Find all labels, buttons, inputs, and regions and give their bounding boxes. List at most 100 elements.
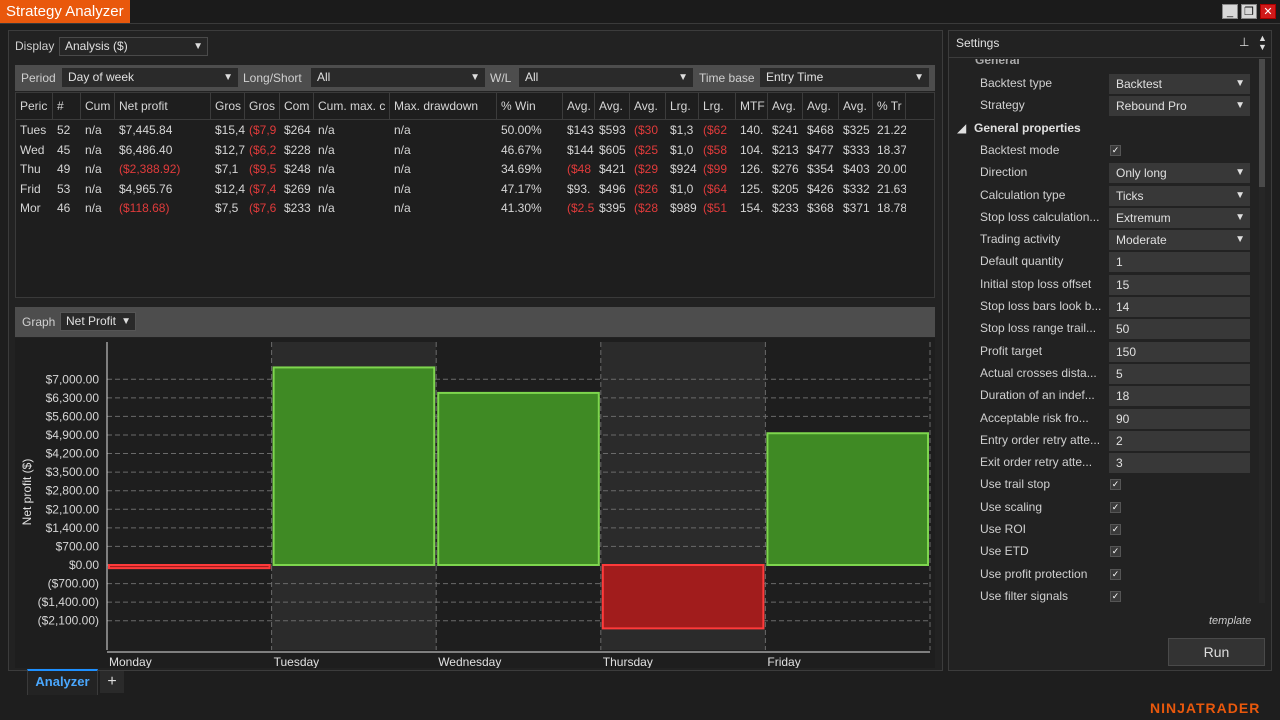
column-header[interactable]: Cum xyxy=(81,93,115,119)
filter-bar: Period Day of week ▼ Long/Short All ▼ W/L … xyxy=(15,65,935,91)
setting-input[interactable]: 50 xyxy=(1109,319,1250,340)
table-row[interactable]: Mor 46 n/a ($118.68) $7,5 ($7,6 $233 n/a n/a 41.3… xyxy=(16,199,934,218)
close-button[interactable]: ✕ xyxy=(1260,4,1276,19)
setting-dropdown[interactable]: Moderate ▼ xyxy=(1109,230,1250,251)
y-tick-label: $2,100.00 xyxy=(46,502,100,516)
period-dropdown[interactable]: Day of week ▼ xyxy=(62,68,238,87)
graph-dropdown[interactable]: Net Profit ▼ xyxy=(60,312,136,331)
column-header[interactable]: Cum. max. c xyxy=(314,93,390,119)
wl-dropdown[interactable]: All ▼ xyxy=(519,68,693,87)
setting-input[interactable]: 18 xyxy=(1109,386,1250,407)
setting-dropdown[interactable]: Only long ▼ xyxy=(1109,163,1250,184)
tab-analyzer[interactable]: Analyzer xyxy=(27,669,98,695)
minimize-button[interactable]: _ xyxy=(1222,4,1238,19)
table-cell: ($26 xyxy=(634,181,659,196)
pin-icon[interactable]: ⊥ xyxy=(1239,35,1249,49)
table-cell: 46.67% xyxy=(501,142,542,157)
timebase-dropdown[interactable]: Entry Time ▼ xyxy=(760,68,929,87)
setting-checkbox[interactable]: ✓ xyxy=(1110,479,1121,491)
table-cell: $15,4 xyxy=(215,123,245,137)
table-cell: $421 xyxy=(599,162,626,176)
column-header[interactable]: Avg. xyxy=(630,93,666,119)
setting-label: Stop loss range trail... xyxy=(980,321,1097,336)
setting-input[interactable]: 150 xyxy=(1109,341,1250,362)
column-header[interactable]: Avg. xyxy=(595,93,630,119)
table-cell: ($2.5 xyxy=(567,201,595,215)
column-header[interactable]: Lrg. xyxy=(699,93,736,119)
longshort-dropdown[interactable]: All ▼ xyxy=(311,68,485,87)
setting-checkbox[interactable]: ✓ xyxy=(1110,546,1121,558)
table-row[interactable]: Tues 52 n/a $7,445.84 $15,4 ($7,9 $264 n/a n/a 50… xyxy=(16,121,934,140)
restore-button[interactable]: ❐ xyxy=(1241,4,1257,19)
column-header[interactable]: Com xyxy=(280,93,314,119)
column-header[interactable]: Lrg. xyxy=(666,93,699,119)
table-cell: n/a xyxy=(318,162,335,176)
setting-input[interactable]: 2 xyxy=(1109,430,1250,451)
settings-title: Settings xyxy=(956,36,1000,50)
add-tab-button[interactable]: + xyxy=(100,671,124,693)
longshort-value: All xyxy=(317,70,331,84)
table-row[interactable]: Wed 45 n/a $6,486.40 $12,7 ($6,2 $228 n/a n/a 46.… xyxy=(16,141,934,160)
table-row[interactable]: Frid 53 n/a $4,965.76 $12,4 ($7,4 $269 n/a n/a 47… xyxy=(16,180,934,199)
setting-label: Exit order retry atte... xyxy=(980,455,1093,470)
setting-checkbox[interactable]: ✓ xyxy=(1110,144,1121,156)
table-cell: $354 xyxy=(807,162,834,176)
results-grid[interactable]: Peric # Cum Net profit Gros Gros Com Cum. max. … xyxy=(15,92,935,298)
column-header[interactable]: Gros xyxy=(211,93,245,119)
setting-row: Use filter signals ✓ xyxy=(949,586,1255,603)
column-header[interactable]: Avg. xyxy=(768,93,803,119)
table-cell: 49 xyxy=(57,162,71,176)
graph-bar: Graph Net Profit ▼ xyxy=(15,307,935,337)
setting-input[interactable]: 1 xyxy=(1109,252,1250,273)
display-dropdown[interactable]: Analysis ($) ▼ xyxy=(59,37,208,56)
table-row[interactable]: Thu 49 n/a ($2,388.92) $7,1 ($9,5 $248 n/a n/a 34… xyxy=(16,160,934,179)
setting-dropdown[interactable]: Ticks ▼ xyxy=(1109,185,1250,206)
setting-checkbox[interactable]: ✓ xyxy=(1110,501,1121,513)
column-header[interactable]: Net profit xyxy=(115,93,211,119)
y-tick-label: $5,600.00 xyxy=(46,409,100,423)
section-general[interactable]: General xyxy=(949,59,1255,72)
table-cell: $7,1 xyxy=(215,162,239,176)
wl-value: All xyxy=(525,70,539,84)
column-header[interactable]: % Win xyxy=(497,93,563,119)
setting-input[interactable]: 14 xyxy=(1109,297,1250,317)
setting-checkbox[interactable]: ✓ xyxy=(1110,524,1121,535)
table-cell: ($7,9 xyxy=(249,123,277,137)
column-header[interactable]: Avg. xyxy=(839,93,873,119)
setting-checkbox[interactable]: ✓ xyxy=(1110,568,1121,580)
setting-checkbox[interactable]: ✓ xyxy=(1110,590,1121,602)
setting-input[interactable]: 3 xyxy=(1109,453,1250,474)
table-cell: $205 xyxy=(772,181,799,196)
column-header[interactable]: Avg. xyxy=(803,93,839,119)
scrollbar-thumb[interactable] xyxy=(1259,59,1265,187)
column-header[interactable]: Gros xyxy=(245,93,280,119)
column-header[interactable]: MTF xyxy=(736,93,768,119)
chevron-down-icon: ▼ xyxy=(121,316,131,327)
setting-input[interactable]: 90 xyxy=(1109,408,1250,429)
column-header[interactable]: Peric xyxy=(16,93,53,119)
table-cell: 41.30% xyxy=(501,201,542,215)
column-header[interactable]: Max. drawdown xyxy=(390,93,497,119)
table-cell: $241 xyxy=(772,123,799,137)
column-header[interactable]: Avg. xyxy=(563,93,595,119)
table-cell: $371 xyxy=(843,201,870,215)
collapse-icon[interactable]: ◢ xyxy=(957,121,966,135)
setting-dropdown[interactable]: Extremum ▼ xyxy=(1109,207,1250,228)
setting-dropdown[interactable]: Backtest ▼ xyxy=(1109,74,1250,94)
setting-input[interactable]: 15 xyxy=(1109,274,1250,295)
run-button[interactable]: Run xyxy=(1168,638,1265,666)
column-header[interactable]: % Tr xyxy=(873,93,906,119)
setting-row[interactable]: ◢ General properties xyxy=(949,118,1255,140)
setting-input[interactable]: 5 xyxy=(1109,363,1250,384)
table-cell: $1,0 xyxy=(670,181,694,196)
scroll-up-icon[interactable]: ▲ ▼ xyxy=(1258,34,1267,52)
setting-row: Use trail stop ✓ xyxy=(949,474,1255,496)
x-tick-label: Monday xyxy=(109,655,152,668)
template-link[interactable]: template xyxy=(1209,615,1251,627)
scrollbar[interactable] xyxy=(1259,59,1265,603)
setting-dropdown[interactable]: Rebound Pro ▼ xyxy=(1109,96,1250,117)
table-cell: ($48 xyxy=(567,162,592,176)
table-cell: $12,7 xyxy=(215,142,245,157)
table-cell: n/a xyxy=(394,201,411,215)
column-header[interactable]: # xyxy=(53,93,81,119)
